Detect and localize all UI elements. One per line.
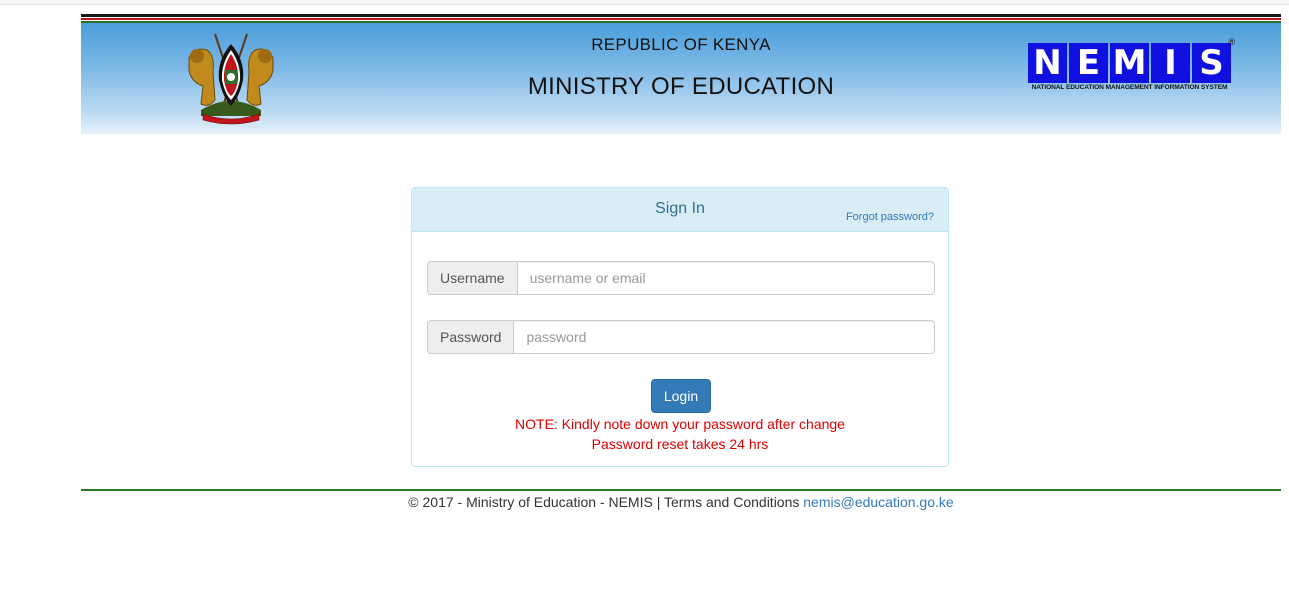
footer-divider	[81, 489, 1281, 491]
forgot-password-link[interactable]: Forgot password?	[846, 211, 934, 223]
login-button[interactable]: Login	[651, 379, 711, 413]
ministry-title: MINISTRY OF EDUCATION	[527, 73, 835, 100]
contact-email-link[interactable]: nemis@education.go.ke	[803, 494, 953, 510]
signin-panel: Sign In Forgot password? Username Passwo…	[411, 187, 949, 467]
nemis-logo-letter: I	[1151, 43, 1190, 83]
registered-mark: ®	[1228, 37, 1235, 47]
footer-text: © 2017 - Ministry of Education - NEMIS |…	[408, 494, 804, 510]
username-input[interactable]	[516, 261, 935, 295]
nemis-logo-subtitle: NATIONAL EDUCATION MANAGEMENT INFORMATIO…	[1031, 84, 1228, 91]
signin-panel-header: Sign In Forgot password?	[412, 188, 948, 232]
country-title: REPUBLIC OF KENYA	[591, 35, 771, 54]
username-group: Username	[427, 261, 935, 295]
page-footer: © 2017 - Ministry of Education - NEMIS |…	[81, 494, 1281, 510]
password-group: Password	[427, 320, 935, 354]
password-reset-note: Password reset takes 24 hrs	[591, 436, 769, 452]
header-banner: REPUBLIC OF KENYA MINISTRY OF EDUCATION …	[81, 23, 1281, 134]
nemis-logo-letter: S	[1192, 43, 1231, 83]
browser-top-edge	[0, 0, 1289, 5]
coat-of-arms-icon	[188, 33, 274, 125]
nemis-logo-letter: N	[1028, 43, 1067, 83]
nemis-logo-letter: E	[1069, 43, 1108, 83]
password-input[interactable]	[513, 320, 935, 354]
nemis-logo-letter: M	[1110, 43, 1149, 83]
nemis-logo: N E M I S ® NATIONAL EDUCATION MANAGEMEN…	[1028, 37, 1235, 103]
password-note: NOTE: Kindly note down your password aft…	[515, 416, 845, 432]
password-label: Password	[427, 320, 514, 354]
page-header: REPUBLIC OF KENYA MINISTRY OF EDUCATION …	[81, 14, 1281, 134]
nemis-logo-letters: N E M I S	[1028, 43, 1231, 83]
username-label: Username	[427, 261, 517, 295]
